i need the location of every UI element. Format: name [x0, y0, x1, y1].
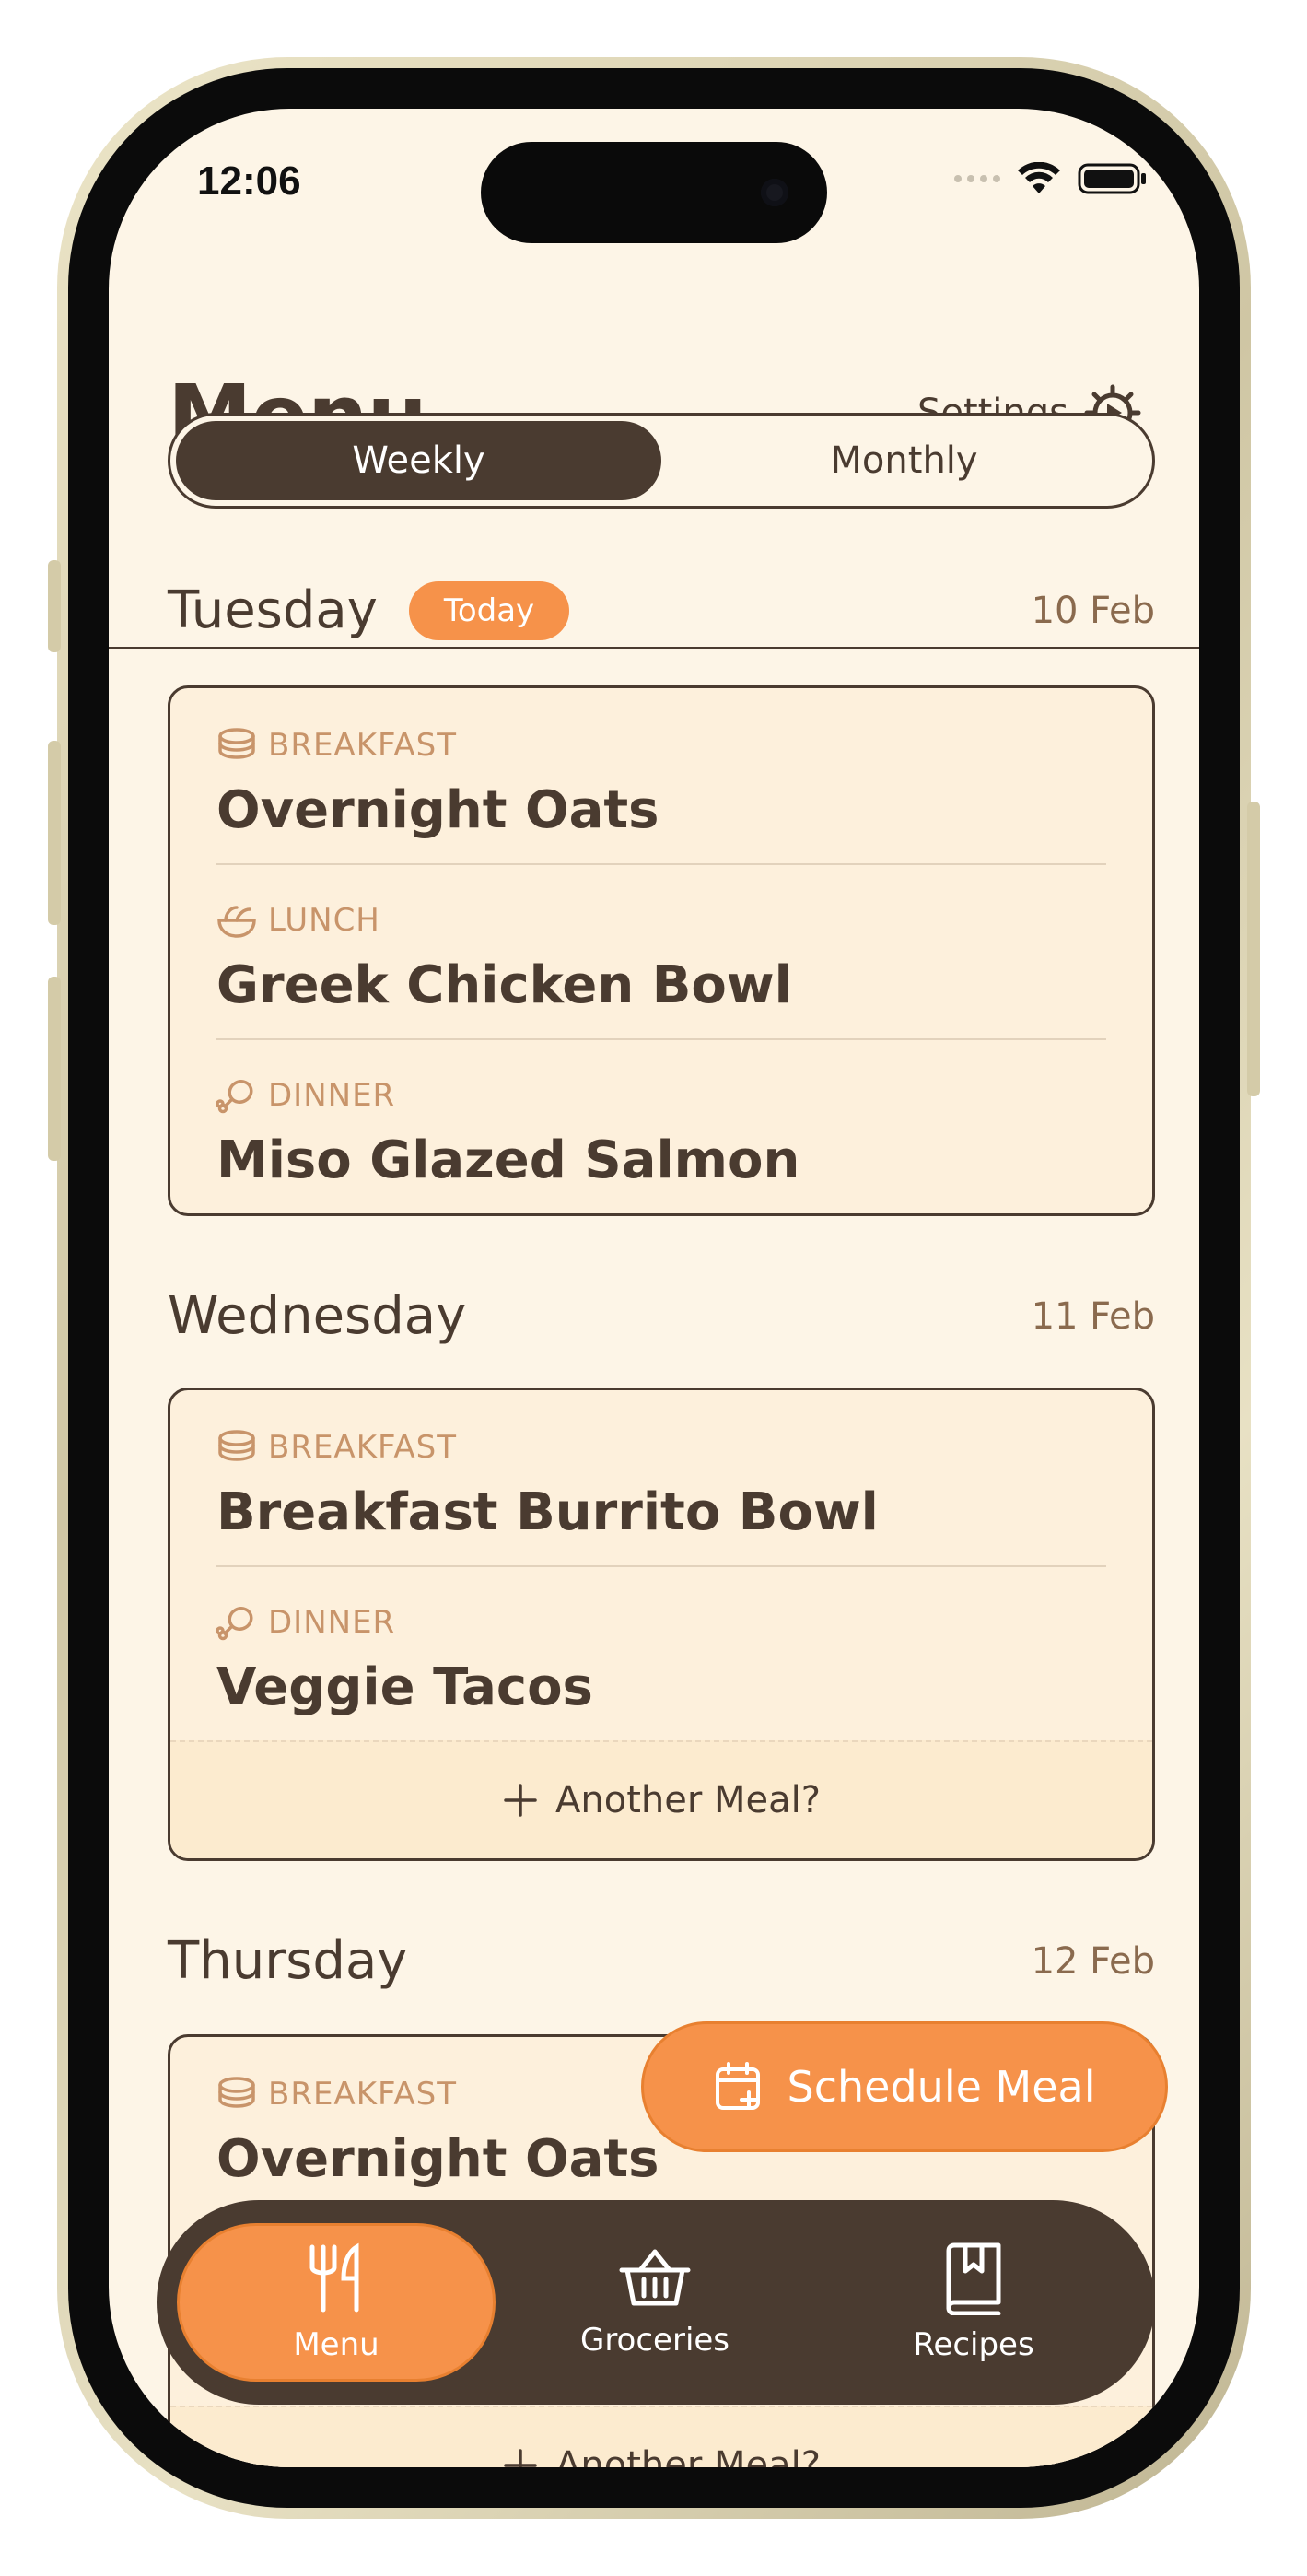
day-name: Wednesday — [168, 1286, 467, 1346]
today-badge: Today — [408, 580, 570, 640]
day-card-tuesday: BREAKFAST Overnight Oats LUNCH Greek Chi… — [168, 685, 1155, 1216]
day-header-tuesday: Tuesday Today 10 Feb — [168, 580, 1155, 640]
meal-item[interactable]: DINNER Miso Glazed Salmon — [170, 1038, 1152, 1213]
meal-type: LUNCH — [268, 902, 380, 939]
pancakes-icon — [218, 1430, 255, 1461]
view-segmented-control: Weekly Monthly — [168, 413, 1155, 509]
schedule-meal-label: Schedule Meal — [787, 2062, 1096, 2112]
battery-icon — [1078, 163, 1146, 194]
add-another-meal-label: Another Meal? — [555, 2444, 821, 2467]
meal-type: BREAKFAST — [268, 727, 458, 764]
segment-monthly[interactable]: Monthly — [661, 421, 1147, 500]
drumstick-icon — [216, 1079, 253, 1114]
tab-groceries[interactable]: Groceries — [496, 2223, 814, 2382]
day-name: Thursday — [168, 1931, 408, 1991]
meal-type: BREAKFAST — [268, 2076, 458, 2113]
meal-name: Miso Glazed Salmon — [216, 1130, 800, 1190]
meal-type-label: BREAKFAST — [216, 1429, 457, 1466]
add-another-meal-label: Another Meal? — [555, 1779, 821, 1821]
meal-type: DINNER — [268, 1077, 396, 1114]
pancakes-icon — [218, 2077, 255, 2108]
plus-icon — [504, 2449, 537, 2467]
pancakes-icon — [218, 728, 255, 759]
meal-name: Greek Chicken Bowl — [216, 955, 792, 1015]
tab-bar: Menu Groceries Recipes — [157, 2200, 1155, 2405]
segment-weekly[interactable]: Weekly — [176, 421, 661, 500]
calendar-plus-icon — [715, 2062, 760, 2110]
volume-up-button — [48, 741, 61, 925]
day-date: 12 Feb — [1031, 1939, 1155, 1983]
add-another-meal-button[interactable]: Another Meal? — [170, 1740, 1152, 1858]
meal-name: Overnight Oats — [216, 2129, 659, 2189]
schedule-meal-button[interactable]: Schedule Meal — [641, 2021, 1168, 2152]
meal-name: Overnight Oats — [216, 780, 659, 840]
tab-recipes-label: Recipes — [913, 2326, 1034, 2363]
wifi-icon — [1018, 162, 1060, 193]
status-time: 12:06 — [197, 158, 301, 204]
book-icon — [946, 2242, 1001, 2315]
drumstick-icon — [216, 1606, 253, 1641]
meal-type-label: BREAKFAST — [216, 2076, 457, 2113]
add-another-meal-button[interactable]: Another Meal? — [170, 2406, 1152, 2467]
day-card-wednesday: BREAKFAST Breakfast Burrito Bowl DINNER … — [168, 1388, 1155, 1861]
day-name: Tuesday — [168, 580, 378, 640]
meal-item[interactable]: LUNCH Greek Chicken Bowl — [170, 863, 1152, 1038]
meal-type: DINNER — [268, 1604, 396, 1641]
salad-bowl-icon — [217, 906, 256, 938]
tab-groceries-label: Groceries — [579, 2322, 730, 2359]
camera-icon — [761, 179, 788, 206]
volume-down-button — [48, 977, 61, 1161]
status-icons — [954, 162, 1148, 195]
meal-item[interactable]: BREAKFAST Breakfast Burrito Bowl — [170, 1390, 1152, 1565]
tab-menu-label: Menu — [293, 2326, 379, 2363]
tab-menu[interactable]: Menu — [177, 2223, 496, 2382]
dynamic-island — [481, 142, 827, 243]
tab-recipes[interactable]: Recipes — [814, 2223, 1133, 2382]
action-button — [48, 560, 61, 652]
meal-item[interactable]: DINNER Veggie Tacos — [170, 1565, 1152, 1740]
meal-name: Breakfast Burrito Bowl — [216, 1482, 879, 1542]
day-header-thursday: Thursday 12 Feb — [168, 1931, 1155, 1991]
basket-icon — [619, 2249, 691, 2306]
meal-type-label: LUNCH — [216, 902, 380, 939]
meal-name: Veggie Tacos — [216, 1657, 593, 1717]
fork-knife-icon — [309, 2242, 359, 2313]
plus-icon — [504, 1784, 537, 1817]
signal-dots-icon — [954, 175, 1000, 182]
app-screen: 12:06 Menu Settings — [109, 109, 1199, 2467]
meal-type-label: BREAKFAST — [216, 727, 457, 764]
meal-type-label: DINNER — [216, 1604, 395, 1641]
power-button — [1247, 802, 1260, 1096]
day-date: 11 Feb — [1031, 1294, 1155, 1338]
meal-type: BREAKFAST — [268, 1429, 458, 1466]
day-header-wednesday: Wednesday 11 Feb — [168, 1286, 1155, 1346]
meal-type-label: DINNER — [216, 1077, 395, 1114]
meal-item[interactable]: BREAKFAST Overnight Oats — [170, 688, 1152, 863]
day-date: 10 Feb — [1031, 589, 1155, 632]
